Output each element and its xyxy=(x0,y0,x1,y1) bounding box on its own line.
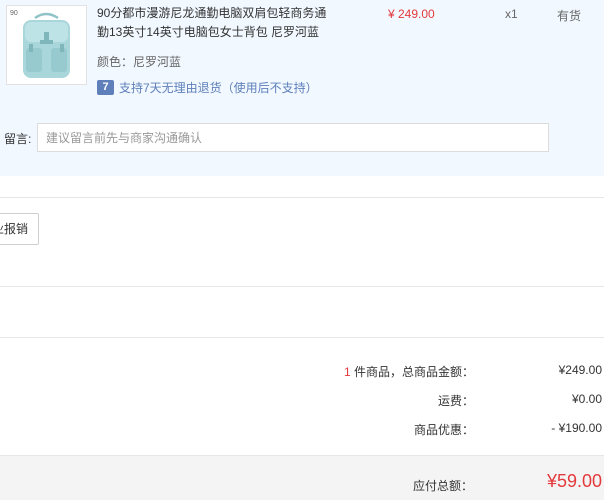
section-divider xyxy=(0,337,604,338)
shipping-value: ¥0.00 xyxy=(571,392,602,406)
invoice-button-clip: 开企业报销 xyxy=(0,213,39,245)
message-label: 留言: xyxy=(4,132,32,146)
return-policy: 7 支持7天无理由退货（使用后不支持） xyxy=(97,79,318,96)
seven-day-return-icon: 7 xyxy=(97,80,114,95)
message-input[interactable] xyxy=(37,123,549,152)
goods-count: 1 xyxy=(343,365,351,379)
product-quantity: x1 xyxy=(505,7,518,21)
product-thumbnail[interactable]: 90 xyxy=(6,5,87,85)
order-item-panel: 90 90分都市漫游尼龙通勤电脑双肩包轻商务通勤13英寸14英寸电脑包女士背包 … xyxy=(0,0,604,176)
payable-total-bar: 应付总额： ¥59.00 xyxy=(0,455,604,500)
goods-total-row: 1 件商品，总商品金额： ¥249.00 xyxy=(0,363,604,383)
product-title[interactable]: 90分都市漫游尼龙通勤电脑双肩包轻商务通勤13英寸14英寸电脑包女士背包 尼罗河… xyxy=(97,4,337,42)
discount-value: - ¥190.00 xyxy=(551,421,602,435)
section-divider xyxy=(0,286,604,287)
shipping-label: 运费： xyxy=(437,394,474,408)
goods-total-value: ¥249.00 xyxy=(558,363,602,377)
thumb-brand-mark: 90 xyxy=(10,10,18,17)
return-policy-text[interactable]: 支持7天无理由退货（使用后不支持） xyxy=(119,79,318,96)
payable-value: ¥59.00 xyxy=(546,471,602,491)
section-divider xyxy=(0,197,604,198)
payable-label: 应付总额： xyxy=(412,479,473,493)
goods-count-label: 1 件商品，总商品金额： xyxy=(344,363,474,380)
goods-count-suffix: 件商品，总商品金额： xyxy=(350,365,474,379)
invoice-button[interactable]: 开企业报销 xyxy=(0,213,39,245)
stock-status: 有货 xyxy=(557,9,582,23)
backpack-image: 90 xyxy=(7,6,86,84)
product-title-link[interactable]: 90分都市漫游尼龙通勤电脑双肩包轻商务通勤13英寸14英寸电脑包女士背包 尼罗河… xyxy=(97,6,326,39)
product-color: 颜色：尼罗河蓝 xyxy=(97,55,182,69)
discount-label: 商品优惠： xyxy=(413,423,474,437)
product-price: ¥ 249.00 xyxy=(388,7,435,21)
shipping-row: 运费： ¥0.00 xyxy=(0,392,604,412)
discount-row: 商品优惠： - ¥190.00 xyxy=(0,421,604,441)
